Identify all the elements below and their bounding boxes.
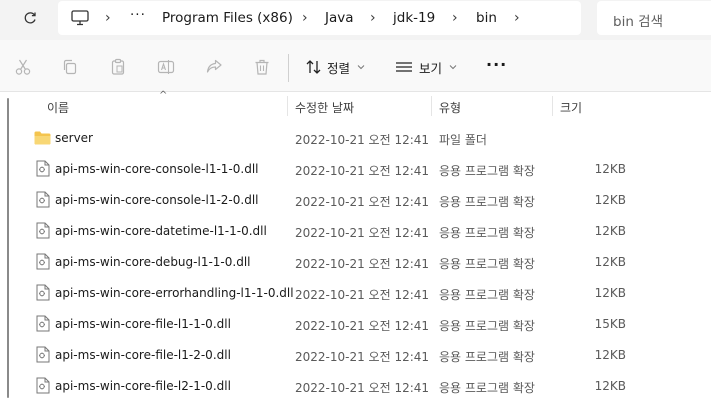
breadcrumb[interactable]: › ··· Program Files (x86) › Java › jdk-1… — [58, 1, 581, 35]
paste-icon[interactable] — [109, 58, 127, 76]
dll-file-icon — [36, 346, 50, 363]
dll-file-icon — [36, 284, 50, 301]
file-modified: 2022-10-21 오전 12:41 — [295, 195, 430, 209]
breadcrumb-item-java[interactable]: Java — [325, 10, 354, 26]
toolbar-divider — [288, 54, 289, 82]
file-type: 응용 프로그램 확장 — [439, 350, 535, 364]
rename-icon[interactable] — [157, 58, 175, 76]
file-modified: 2022-10-21 오전 12:41 — [295, 164, 430, 178]
file-name: api-ms-win-core-errorhandling-l1-1-0.dll — [55, 286, 294, 300]
sort-label: 정렬 — [327, 60, 351, 76]
file-name: server — [55, 131, 93, 145]
column-resize-handle[interactable] — [552, 96, 553, 116]
file-name: api-ms-win-core-debug-l1-1-0.dll — [55, 255, 251, 269]
file-name: api-ms-win-core-file-l2-1-0.dll — [55, 379, 231, 393]
dll-file-icon — [36, 160, 50, 177]
file-size: 12KB — [594, 162, 626, 176]
file-name: api-ms-win-core-console-l1-1-0.dll — [55, 162, 259, 176]
breadcrumb-item-program-files[interactable]: Program Files (x86) — [162, 10, 293, 26]
breadcrumb-item-bin[interactable]: bin — [476, 10, 497, 26]
view-button[interactable]: 보기 — [395, 56, 458, 78]
dll-file-icon — [36, 222, 50, 239]
file-modified: 2022-10-21 오전 12:41 — [295, 133, 430, 147]
file-type: 응용 프로그램 확장 — [439, 288, 535, 302]
sort-ascending-icon: ^ — [159, 90, 168, 101]
list-item-file[interactable]: api-ms-win-core-file-l1-2-0.dll 2022-10-… — [0, 340, 711, 371]
share-icon[interactable] — [205, 58, 223, 76]
refresh-button[interactable] — [18, 8, 42, 28]
column-header-name[interactable]: 이름 — [47, 99, 69, 116]
list-item-file[interactable]: api-ms-win-core-file-l2-1-0.dll 2022-10-… — [0, 371, 711, 401]
address-bar-row: › ··· Program Files (x86) › Java › jdk-1… — [0, 0, 711, 40]
copy-icon[interactable] — [61, 58, 79, 76]
file-size: 12KB — [594, 193, 626, 207]
file-list: ^ 이름 수정한 날짜 유형 크기 server 2022-10-21 오전 1… — [0, 90, 711, 401]
dll-file-icon — [36, 253, 50, 270]
file-type: 응용 프로그램 확장 — [439, 257, 535, 271]
more-options-icon: ··· — [486, 54, 508, 74]
breadcrumb-separator: › — [105, 10, 111, 26]
column-header-modified[interactable]: 수정한 날짜 — [295, 99, 354, 116]
chevron-down-icon — [357, 65, 365, 70]
sort-icon — [306, 60, 321, 74]
file-modified: 2022-10-21 오전 12:41 — [295, 381, 430, 395]
search-placeholder: bin 검색 — [613, 14, 664, 30]
file-modified: 2022-10-21 오전 12:41 — [295, 350, 430, 364]
chevron-down-icon — [449, 65, 457, 70]
column-header-size[interactable]: 크기 — [560, 99, 582, 116]
file-size: 12KB — [594, 224, 626, 238]
column-header-row: ^ 이름 수정한 날짜 유형 크기 — [0, 90, 711, 118]
file-modified: 2022-10-21 오전 12:41 — [295, 288, 430, 302]
list-item-file[interactable]: api-ms-win-core-console-l1-2-0.dll 2022-… — [0, 185, 711, 216]
file-type: 응용 프로그램 확장 — [439, 164, 535, 178]
breadcrumb-separator: › — [302, 10, 308, 26]
file-type: 응용 프로그램 확장 — [439, 381, 535, 395]
breadcrumb-overflow[interactable]: ··· — [130, 7, 146, 23]
list-item-file[interactable]: api-ms-win-core-debug-l1-1-0.dll 2022-10… — [0, 247, 711, 278]
file-size: 15KB — [594, 317, 626, 331]
search-input[interactable]: bin 검색 — [597, 1, 711, 35]
column-resize-handle[interactable] — [431, 96, 432, 116]
refresh-icon — [24, 12, 36, 24]
list-item-file[interactable]: api-ms-win-core-errorhandling-l1-1-0.dll… — [0, 278, 711, 309]
file-modified: 2022-10-21 오전 12:41 — [295, 319, 430, 333]
cut-icon[interactable] — [14, 58, 32, 76]
file-name: api-ms-win-core-file-l1-1-0.dll — [55, 317, 231, 331]
list-item-file[interactable]: api-ms-win-core-file-l1-1-0.dll 2022-10-… — [0, 309, 711, 340]
delete-icon[interactable] — [253, 58, 271, 76]
file-size: 12KB — [594, 255, 626, 269]
file-modified: 2022-10-21 오전 12:41 — [295, 226, 430, 240]
breadcrumb-separator: › — [370, 10, 376, 26]
breadcrumb-separator: › — [452, 10, 458, 26]
dll-file-icon — [36, 315, 50, 332]
list-item-folder[interactable]: server 2022-10-21 오전 12:41 파일 폴더 — [0, 123, 711, 154]
file-type: 파일 폴더 — [439, 133, 487, 147]
file-modified: 2022-10-21 오전 12:41 — [295, 257, 430, 271]
list-item-file[interactable]: api-ms-win-core-datetime-l1-1-0.dll 2022… — [0, 216, 711, 247]
dll-file-icon — [36, 377, 50, 394]
file-type: 응용 프로그램 확장 — [439, 226, 535, 240]
more-options-button[interactable]: ··· — [486, 53, 507, 75]
file-type: 응용 프로그램 확장 — [439, 319, 535, 333]
folder-icon — [34, 131, 51, 145]
breadcrumb-separator: › — [514, 10, 520, 26]
view-list-icon — [396, 62, 412, 72]
view-label: 보기 — [419, 60, 443, 76]
dll-file-icon — [36, 191, 50, 208]
file-type: 응용 프로그램 확장 — [439, 195, 535, 209]
file-name: api-ms-win-core-console-l1-2-0.dll — [55, 193, 259, 207]
computer-icon[interactable] — [70, 9, 90, 27]
list-item-file[interactable]: api-ms-win-core-console-l1-1-0.dll 2022-… — [0, 154, 711, 185]
file-name: api-ms-win-core-file-l1-2-0.dll — [55, 348, 231, 362]
column-header-type[interactable]: 유형 — [439, 99, 461, 116]
file-size: 12KB — [594, 379, 626, 393]
column-resize-handle[interactable] — [287, 96, 288, 116]
file-size: 12KB — [594, 348, 626, 362]
breadcrumb-item-jdk[interactable]: jdk-19 — [393, 10, 435, 26]
file-name: api-ms-win-core-datetime-l1-1-0.dll — [55, 224, 267, 238]
command-bar: 정렬 보기 ··· — [0, 40, 711, 92]
file-size: 12KB — [594, 286, 626, 300]
sort-button[interactable]: 정렬 — [305, 56, 366, 78]
